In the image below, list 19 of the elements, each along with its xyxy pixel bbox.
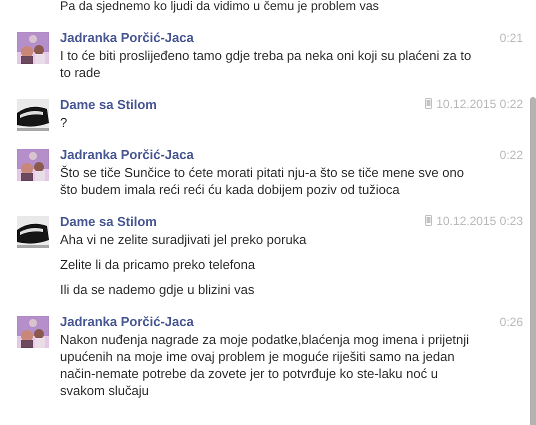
message-text: ? [60, 114, 68, 131]
scrollbar-thumb[interactable] [530, 97, 536, 425]
message-text: Što se tiče Sunčice to ćete morati pitati nju-a što se tiče mene sve ono što budem imala reći reći ću kada dobijem poziv od tužioca [60, 164, 465, 198]
sender-name[interactable]: Dame sa Stilom [60, 213, 157, 231]
timestamp: 10.12.2015 0:22 [436, 96, 523, 110]
message-text: Nakon nuđenja nagrade za moje podatke,blaćenja mog imena i prijetnji upućenih na moje ime ovaj problem je moguće riješiti samo na jedan način-nemate potrebe da zovete jer to potvrđuje ko ste-laku noć u svakom slučaju [60, 331, 470, 399]
message-text: I to će biti proslijeđeno tamo gdje treba pa neka oni koji su plaćeni za to to rade [60, 47, 472, 81]
sender-name[interactable]: Jadranka Porčić-Jaca [60, 146, 194, 164]
timestamp: 0:26 [500, 315, 523, 329]
sender-name[interactable]: Dame sa Stilom [60, 96, 157, 114]
timestamp: 0:21 [500, 31, 523, 45]
timestamp: 0:22 [500, 148, 523, 162]
message-text: Aha vi ne zelite suradjivati jel preko poruka [60, 231, 308, 248]
timestamp: 10.12.2015 0:23 [436, 214, 523, 228]
sender-name[interactable]: Jadranka Porčić-Jaca [60, 29, 194, 47]
message-text: Pa da sjednemo ko ljudi da vidimo u čemu je problem vas [59, 0, 380, 14]
message-text: Zelite li da pricamo preko telefona [60, 256, 256, 273]
message-text: Ili da se nademo gdje u blizini vas [60, 281, 256, 298]
sender-name[interactable]: Jadranka Porčić-Jaca [60, 313, 194, 331]
